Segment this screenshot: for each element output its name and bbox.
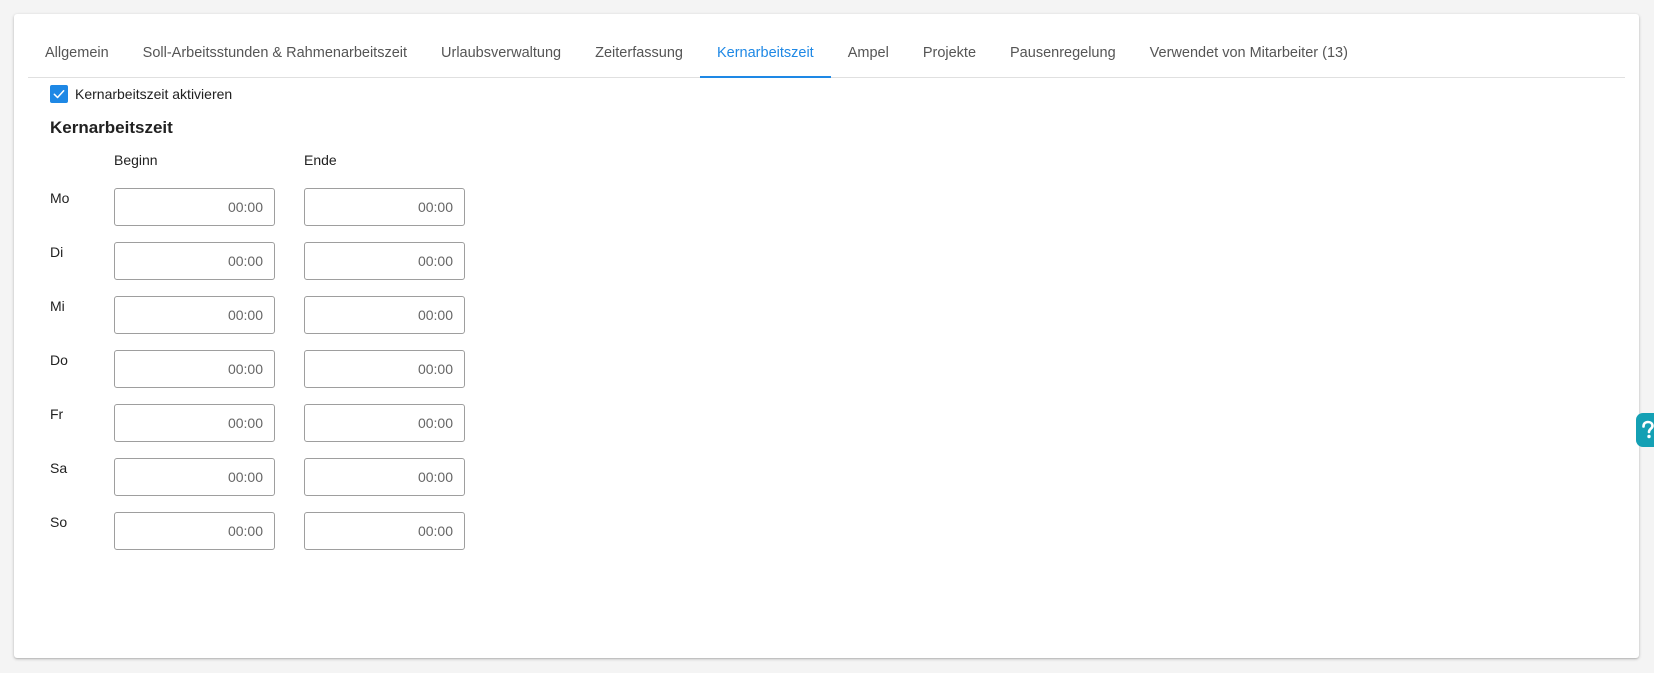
column-header-end: Ende [304,152,337,168]
activate-label: Kernarbeitszeit aktivieren [75,86,233,102]
activate-checkbox[interactable] [50,85,68,103]
end-time-input[interactable] [304,404,465,442]
day-row-fr: Fr [50,404,470,444]
day-row-so: So [50,512,470,552]
day-row-di: Di [50,242,470,282]
day-label: Di [50,244,64,260]
section-title: Kernarbeitszeit [50,118,173,137]
settings-card: Allgemein Soll-Arbeitsstunden & Rahmenar… [14,14,1639,658]
begin-time-input[interactable] [114,404,275,442]
tab-zeiterfassung[interactable]: Zeiterfassung [578,28,700,77]
end-time-input[interactable] [304,242,465,280]
day-row-do: Do [50,350,470,390]
day-label: Do [50,352,68,368]
day-row-sa: Sa [50,458,470,498]
tab-allgemein[interactable]: Allgemein [28,28,126,77]
tab-ampel[interactable]: Ampel [831,28,906,77]
tab-soll-arbeitsstunden[interactable]: Soll-Arbeitsstunden & Rahmenarbeitszeit [126,28,424,77]
tab-urlaubsverwaltung[interactable]: Urlaubsverwaltung [424,28,578,77]
end-time-input[interactable] [304,458,465,496]
day-row-mo: Mo [50,188,470,228]
day-label: Mi [50,298,65,314]
tab-kernarbeitszeit[interactable]: Kernarbeitszeit [699,28,831,78]
day-label: Sa [50,460,68,476]
activate-row: Kernarbeitszeit aktivieren [50,85,232,103]
tab-bar: Allgemein Soll-Arbeitsstunden & Rahmenar… [28,28,1625,78]
end-time-input[interactable] [304,512,465,550]
end-time-input[interactable] [304,188,465,226]
check-icon [53,90,65,99]
day-row-mi: Mi [50,296,470,336]
day-label: So [50,514,68,530]
help-icon [1642,420,1654,439]
begin-time-input[interactable] [114,458,275,496]
day-label: Fr [50,406,64,422]
begin-time-input[interactable] [114,512,275,550]
tab-pausenregelung[interactable]: Pausenregelung [993,28,1133,77]
end-time-input[interactable] [304,296,465,334]
begin-time-input[interactable] [114,296,275,334]
end-time-input[interactable] [304,350,465,388]
begin-time-input[interactable] [114,350,275,388]
tab-verwendet-von-mitarbeiter[interactable]: Verwendet von Mitarbeiter (13) [1133,28,1365,77]
begin-time-input[interactable] [114,188,275,226]
day-label: Mo [50,190,70,206]
begin-time-input[interactable] [114,242,275,280]
column-header-begin: Beginn [114,152,158,168]
help-button[interactable] [1636,413,1654,447]
tab-projekte[interactable]: Projekte [906,28,993,77]
